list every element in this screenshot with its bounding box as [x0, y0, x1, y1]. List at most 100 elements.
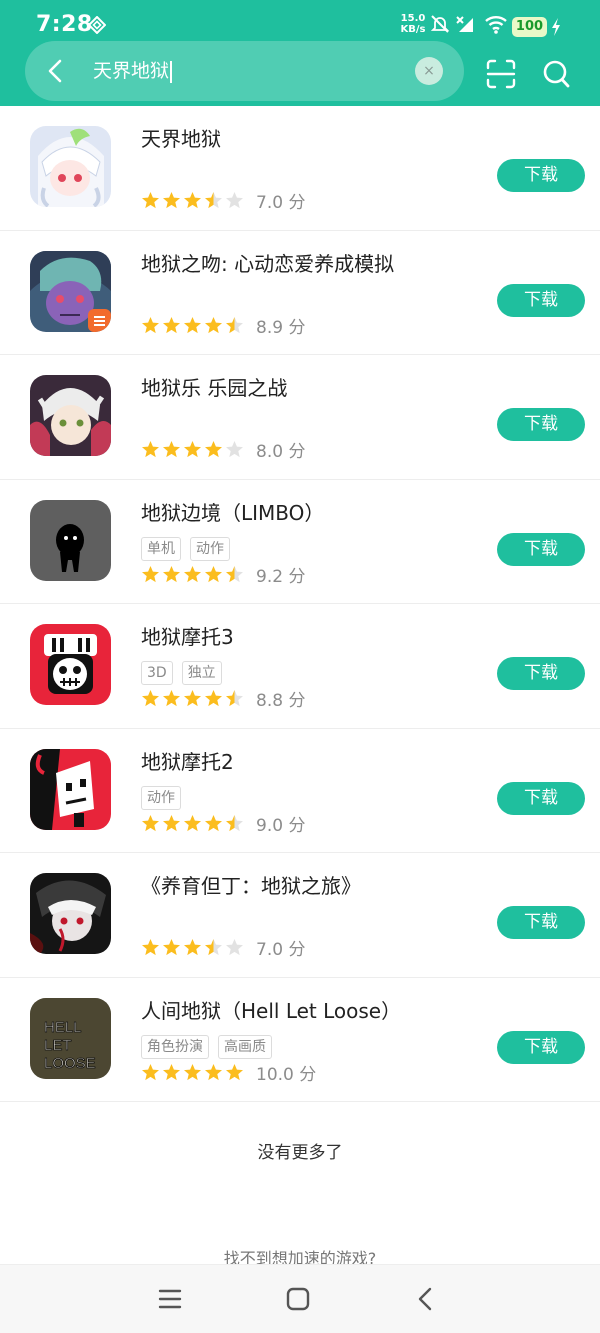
- svg-text:LET: LET: [44, 1037, 72, 1054]
- app-list-item[interactable]: 地狱边境（LIMBO） 单机 动作 9.2 分 下载: [0, 480, 600, 604]
- app-name[interactable]: 地狱之吻: 心动恋爱养成模拟: [141, 251, 394, 277]
- clear-search-button[interactable]: ×: [415, 57, 443, 85]
- battery-indicator: 100: [512, 17, 547, 37]
- star-half-icon: [226, 690, 243, 707]
- dark-anime-icon[interactable]: [30, 873, 111, 954]
- download-button[interactable]: 下载: [497, 532, 585, 566]
- search-results-list: 天界地狱 7.0 分下载 地狱之吻: 心动恋爱养成模拟 8.9 分下载 地狱乐 乐园之战…: [0, 106, 600, 1102]
- status-bar: 7:28 15.0 KB/s 100: [0, 0, 600, 42]
- star-full-icon: [163, 1063, 180, 1080]
- app-score: 8.8 分: [256, 691, 306, 711]
- app-diamond-icon: [88, 16, 106, 34]
- star-full-icon: [163, 565, 180, 582]
- star-half-icon: [205, 192, 222, 209]
- star-rating: [141, 814, 244, 833]
- app-name[interactable]: 人间地狱（Hell Let Loose）: [141, 998, 401, 1024]
- star-full-icon: [205, 1063, 222, 1080]
- charging-bolt-icon: [552, 18, 560, 36]
- star-full-icon: [184, 690, 201, 707]
- not-found-link[interactable]: 找不到想加速的游戏?: [0, 1248, 600, 1264]
- app-list-item[interactable]: HELL LET LOOSE 人间地狱（Hell Let Loose） 角色扮演 高画质 1…: [0, 978, 600, 1102]
- star-full-icon: [205, 316, 222, 333]
- app-list-item[interactable]: 地狱之吻: 心动恋爱养成模拟 8.9 分 下载: [0, 231, 600, 355]
- star-full-icon: [142, 441, 159, 458]
- download-button[interactable]: 下载: [497, 781, 585, 815]
- star-full-icon: [184, 939, 201, 956]
- limbo-silhouette-icon[interactable]: [30, 499, 111, 581]
- status-time: 7:28: [36, 12, 93, 37]
- app-name[interactable]: 地狱乐 乐园之战: [141, 375, 287, 401]
- anime-demon-icon[interactable]: [30, 250, 111, 332]
- star-full-icon: [226, 1063, 243, 1080]
- star-rating: [141, 191, 244, 210]
- app-name[interactable]: 地狱边境（LIMBO）: [141, 500, 324, 526]
- star-full-icon: [205, 690, 222, 707]
- search-bar[interactable]: [25, 41, 464, 101]
- star-full-icon: [142, 1063, 159, 1080]
- app-name[interactable]: 地狱摩托2: [141, 749, 234, 775]
- star-full-icon: [205, 441, 222, 458]
- search-input[interactable]: 天界地狱: [93, 58, 172, 84]
- star-rating: [141, 689, 244, 708]
- app-rating: 9.2 分: [141, 562, 305, 587]
- star-full-icon: [142, 814, 159, 831]
- app-score: 8.0 分: [256, 442, 306, 462]
- star-full-icon: [184, 192, 201, 209]
- app-tag: 独立: [181, 661, 222, 685]
- star-full-icon: [184, 441, 201, 458]
- search-icon[interactable]: [542, 59, 570, 89]
- star-rating: [141, 440, 244, 459]
- star-rating: [141, 1063, 244, 1082]
- app-name[interactable]: 《养育但丁：地狱之旅》: [141, 873, 361, 899]
- app-tag: 3D: [141, 661, 173, 685]
- app-tags: 角色扮演 高画质: [141, 1034, 272, 1059]
- star-half-icon: [226, 316, 243, 333]
- app-score: 7.0 分: [256, 193, 306, 213]
- back-arrow-icon[interactable]: [44, 58, 68, 84]
- anime-boy-icon[interactable]: [30, 375, 111, 456]
- app-list-item[interactable]: 地狱摩托2 动作 9.0 分 下载: [0, 729, 600, 853]
- star-rating: [141, 565, 244, 584]
- app-tag: 动作: [141, 785, 181, 810]
- menu-icon[interactable]: [156, 1285, 184, 1313]
- star-full-icon: [184, 1063, 201, 1080]
- app-score: 9.0 分: [256, 815, 306, 836]
- top-header: 7:28 15.0 KB/s 100 天界地狱 ×: [0, 0, 600, 106]
- download-button[interactable]: 下载: [497, 906, 585, 939]
- download-button[interactable]: 下载: [497, 408, 585, 441]
- download-button[interactable]: 下载: [497, 283, 585, 317]
- app-list-item[interactable]: 天界地狱 7.0 分 下载: [0, 106, 600, 231]
- anime-girl-icon[interactable]: [30, 126, 111, 207]
- app-tag: 高画质: [218, 1034, 272, 1059]
- app-list-item[interactable]: 地狱乐 乐园之战 8.0 分 下载: [0, 355, 600, 480]
- app-tag: 动作: [190, 536, 230, 561]
- skull-helmet-icon[interactable]: [30, 624, 111, 705]
- star-half-icon: [205, 939, 222, 956]
- net-speed: 15.0 KB/s: [400, 13, 426, 35]
- back-icon[interactable]: [412, 1285, 440, 1313]
- app-list-item[interactable]: 地狱摩托3 3D 独立 8.8 分 下载: [0, 604, 600, 729]
- download-button[interactable]: 下载: [497, 159, 585, 192]
- star-full-icon: [163, 690, 180, 707]
- app-score: 10.0 分: [256, 1064, 317, 1085]
- app-rating: 8.8 分: [141, 686, 305, 711]
- star-rating: [141, 316, 244, 335]
- svg-text:HELL: HELL: [44, 1019, 82, 1036]
- star-full-icon: [163, 441, 180, 458]
- download-button[interactable]: 下载: [497, 657, 585, 690]
- star-half-icon: [226, 814, 243, 831]
- system-nav-bar: [0, 1264, 600, 1333]
- star-full-icon: [205, 565, 222, 582]
- app-rating: 8.9 分: [141, 313, 305, 338]
- download-button[interactable]: 下载: [497, 1030, 585, 1064]
- app-list-item[interactable]: 《养育但丁：地狱之旅》 7.0 分 下载: [0, 853, 600, 978]
- app-name[interactable]: 天界地狱: [141, 126, 221, 152]
- scan-icon[interactable]: [485, 58, 517, 90]
- devil-skull-icon[interactable]: [30, 748, 111, 830]
- star-full-icon: [163, 814, 180, 831]
- text-caret: [170, 60, 172, 83]
- home-icon[interactable]: [284, 1285, 312, 1313]
- hell-let-loose-icon[interactable]: HELL LET LOOSE: [30, 997, 111, 1079]
- app-score: 9.2 分: [256, 566, 306, 587]
- app-name[interactable]: 地狱摩托3: [141, 624, 234, 650]
